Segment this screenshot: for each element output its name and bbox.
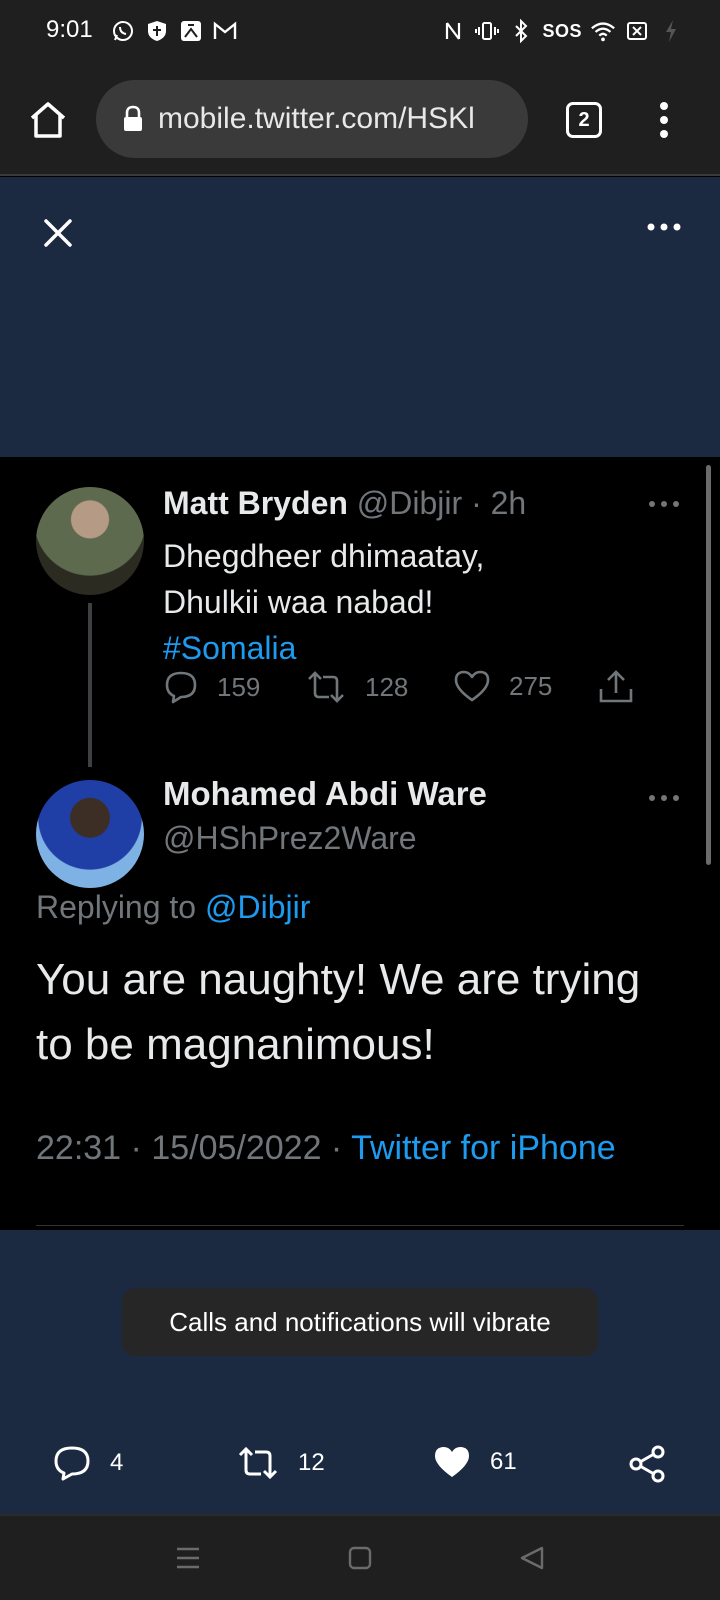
app-icon — [178, 18, 204, 44]
retweet-icon — [238, 1446, 278, 1480]
author-handle[interactable]: @Dibjir — [357, 485, 462, 521]
tweet-time[interactable]: 22:31 — [36, 1129, 121, 1167]
parent-tweet-text: Dhegdheer dhimaatay, Dhulkii waa nabad! … — [163, 533, 663, 671]
author-name[interactable]: Matt Bryden — [163, 485, 348, 521]
nfc-icon — [440, 18, 466, 44]
wifi-icon — [590, 18, 616, 44]
more-vertical-icon — [660, 102, 668, 138]
heart-icon — [454, 670, 490, 702]
like-button[interactable]: 275 — [453, 669, 552, 703]
reply-count: 4 — [110, 1449, 124, 1476]
replying-prefix: Replying to — [36, 889, 205, 925]
lock-icon — [122, 105, 144, 133]
divider — [36, 1225, 684, 1226]
recents-button[interactable] — [174, 1544, 202, 1572]
author-name[interactable]: Mohamed Abdi Ware — [163, 775, 487, 813]
avatar[interactable] — [36, 487, 144, 595]
close-icon — [44, 219, 72, 247]
parent-tweet-more-button[interactable] — [648, 499, 680, 509]
close-button[interactable] — [38, 213, 78, 253]
share-button[interactable] — [597, 669, 635, 705]
mention-link[interactable]: @Dibjir — [205, 889, 310, 925]
reply-button[interactable]: 4 — [52, 1444, 123, 1482]
reply-icon — [54, 1446, 90, 1481]
media-more-button[interactable] — [646, 221, 682, 233]
home-button[interactable] — [26, 98, 70, 142]
replying-to: Replying to @Dibjir — [36, 889, 310, 926]
tweet-text-line: Dhegdheer dhimaatay, — [163, 538, 485, 574]
tweet-meta: 22:31 · 15/05/2022 · Twitter for iPhone — [36, 1129, 616, 1168]
share-icon — [599, 670, 633, 703]
retweet-button[interactable]: 12 — [236, 1444, 325, 1482]
tweet-thread: Matt Bryden @Dibjir · 2h Dhegdheer dhima… — [0, 457, 720, 1230]
like-count: 61 — [490, 1448, 517, 1475]
reply-count: 159 — [217, 671, 261, 702]
back-button[interactable] — [518, 1544, 546, 1572]
toast-notification: Calls and notifications will vibrate — [122, 1288, 598, 1356]
thread-connector — [88, 603, 92, 767]
heart-filled-icon — [435, 1447, 469, 1477]
home-icon — [30, 102, 66, 138]
status-bar: 9:01 SOS — [0, 0, 720, 64]
tweet-age[interactable]: 2h — [491, 485, 527, 521]
tweet-text-line: Dhulkii waa nabad! — [163, 584, 434, 620]
parent-tweet-header: Matt Bryden @Dibjir · 2h — [163, 485, 526, 522]
avatar[interactable] — [36, 780, 144, 888]
more-horizontal-icon — [649, 795, 679, 801]
retweet-icon — [308, 671, 344, 703]
main-tweet-more-button[interactable] — [648, 793, 680, 803]
shield-icon — [144, 18, 170, 44]
separator: · — [321, 1129, 352, 1167]
scrollbar[interactable] — [706, 465, 711, 865]
like-count: 275 — [509, 670, 553, 701]
bluetooth-icon — [508, 18, 534, 44]
share-nodes-icon — [629, 1445, 665, 1483]
tab-switcher-button[interactable]: 2 — [566, 102, 602, 138]
reply-button[interactable]: 159 — [163, 669, 260, 705]
media-viewer-header — [0, 177, 720, 457]
menu-lines-icon — [177, 1547, 199, 1569]
system-navigation-bar — [0, 1514, 720, 1600]
separator: · — [121, 1129, 152, 1167]
like-button[interactable]: 61 — [432, 1444, 517, 1480]
tweet-source-link[interactable]: Twitter for iPhone — [351, 1129, 616, 1167]
status-right-icons: SOS — [440, 18, 684, 44]
no-sim-icon — [624, 18, 650, 44]
more-horizontal-icon — [647, 223, 681, 231]
tweet-date[interactable]: 15/05/2022 — [151, 1129, 321, 1167]
hashtag-link[interactable]: #Somalia — [163, 625, 663, 671]
whatsapp-icon — [110, 18, 136, 44]
gmail-icon — [212, 18, 238, 44]
status-left-icons — [110, 18, 238, 44]
reply-icon — [165, 671, 197, 704]
back-triangle-icon — [520, 1546, 544, 1570]
url-text: mobile.twitter.com/HSKl — [158, 102, 475, 135]
media-viewer-footer: Calls and notifications will vibrate 4 1… — [0, 1230, 720, 1514]
vibrate-icon — [474, 18, 500, 44]
square-icon — [348, 1546, 372, 1570]
main-tweet-text: You are naughty! We are trying to be mag… — [36, 955, 641, 1069]
status-time: 9:01 — [46, 16, 93, 43]
sos-indicator: SOS — [542, 20, 582, 41]
share-button[interactable] — [628, 1444, 668, 1484]
browser-toolbar: mobile.twitter.com/HSKl 2 — [0, 64, 720, 176]
more-horizontal-icon — [649, 501, 679, 507]
browser-menu-button[interactable] — [652, 100, 676, 140]
bottom-actions: 4 12 61 — [0, 1444, 720, 1488]
home-nav-button[interactable] — [346, 1544, 374, 1572]
separator: · — [462, 485, 491, 521]
author-handle[interactable]: @HShPrez2Ware — [163, 820, 417, 857]
retweet-button[interactable]: 128 — [305, 669, 408, 705]
battery-charging-icon — [658, 18, 684, 44]
retweet-count: 128 — [365, 671, 409, 702]
retweet-count: 12 — [298, 1449, 325, 1476]
url-bar[interactable]: mobile.twitter.com/HSKl — [96, 80, 528, 158]
parent-tweet-actions: 159 128 275 — [163, 669, 663, 709]
